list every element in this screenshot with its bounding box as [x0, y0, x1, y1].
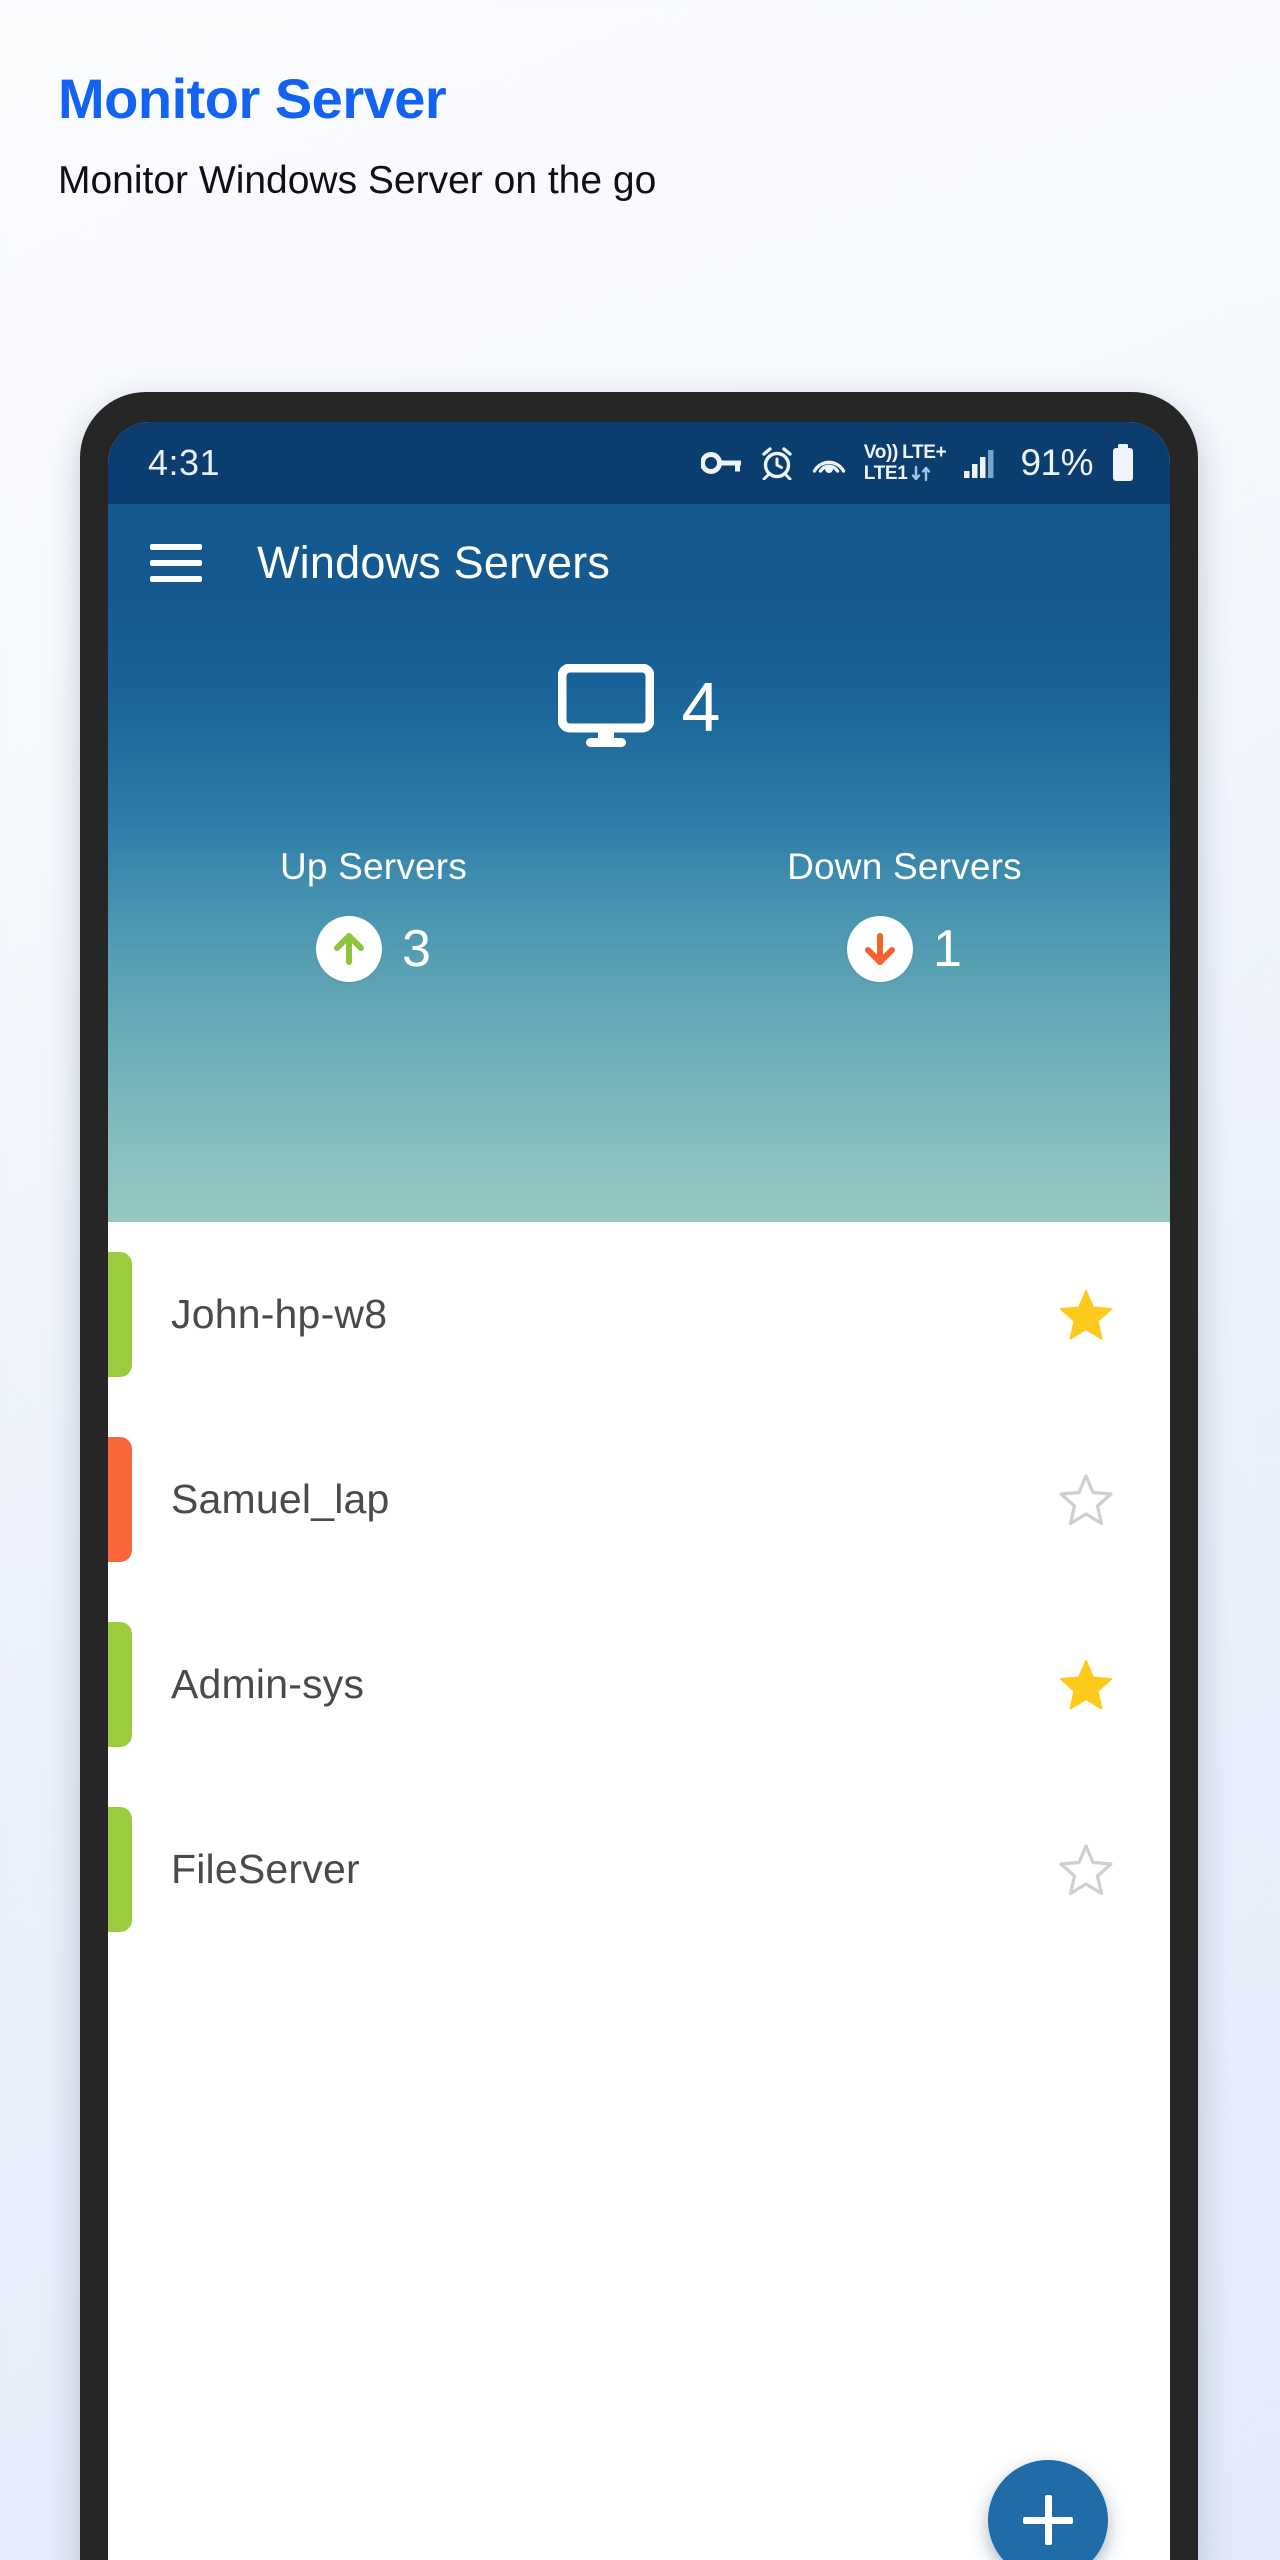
down-servers-count: 1 — [933, 920, 962, 978]
down-servers-label: Down Servers — [787, 846, 1022, 887]
status-bar-icons: Vo)) LTE+ LTE1 91% — [700, 442, 1136, 484]
battery-icon — [1110, 444, 1136, 482]
table-row[interactable]: FileServer — [108, 1777, 1170, 1962]
signal-icon — [963, 447, 999, 479]
stat-down-servers: Down Servers 1 — [639, 846, 1170, 982]
table-row[interactable]: Samuel_lap — [108, 1407, 1170, 1592]
table-row[interactable]: Admin-sys — [108, 1592, 1170, 1777]
hotspot-icon — [811, 447, 847, 479]
plus-icon-vertical — [1044, 2495, 1052, 2545]
hero-gradient-panel: Windows Servers 4 Up Servers 3 Down Serv… — [108, 504, 1170, 1222]
phone-mockup: Windows Servers 4 Up Servers 3 Down Serv… — [80, 392, 1200, 2560]
volte-icon: Vo)) LTE+ LTE1 — [864, 443, 947, 483]
up-servers-value-row: 3 — [108, 916, 639, 982]
server-name: Admin-sys — [171, 1661, 365, 1707]
table-row[interactable]: John-hp-w8 — [108, 1222, 1170, 1407]
server-name: John-hp-w8 — [171, 1291, 388, 1337]
status-indicator — [108, 1807, 132, 1932]
monitor-icon — [557, 664, 654, 750]
up-servers-count: 3 — [402, 920, 431, 978]
phone-screen: Windows Servers 4 Up Servers 3 Down Serv… — [108, 422, 1170, 2560]
app-bar-title: Windows Servers — [257, 537, 611, 588]
favorite-star-icon[interactable] — [1059, 1658, 1113, 1712]
network-type-label: LTE+ — [902, 442, 947, 463]
up-servers-label: Up Servers — [279, 846, 468, 887]
favorite-star-icon[interactable] — [1059, 1473, 1113, 1527]
stat-up-servers: Up Servers 3 — [108, 846, 639, 982]
page-title: Monitor Server — [58, 67, 447, 130]
arrow-down-icon — [847, 916, 914, 982]
sim-label: LTE1 — [863, 463, 908, 484]
server-list: John-hp-w8 Samuel_lap Admin-sys FileServ… — [108, 1222, 1170, 2560]
arrow-up-icon — [316, 916, 383, 982]
hamburger-icon[interactable] — [150, 544, 202, 582]
page-header: Monitor Server Monitor Windows Server on… — [0, 0, 1280, 204]
favorite-star-icon[interactable] — [1059, 1843, 1113, 1897]
volte-label: Vo)) — [863, 442, 899, 463]
status-indicator — [108, 1437, 132, 1562]
server-stats-row: Up Servers 3 Down Servers 1 — [108, 846, 1170, 982]
status-indicator — [108, 1622, 132, 1747]
status-indicator — [108, 1252, 132, 1377]
status-bar: 4:31 Vo)) LTE+ LTE1 91% — [108, 422, 1170, 504]
data-arrows-icon — [911, 465, 930, 482]
server-name: Samuel_lap — [171, 1476, 390, 1522]
app-bar: Windows Servers — [108, 504, 1170, 622]
server-name: FileServer — [171, 1846, 360, 1892]
down-servers-value-row: 1 — [639, 916, 1170, 982]
total-servers-row: 4 — [108, 664, 1170, 750]
total-servers-count: 4 — [681, 668, 721, 746]
status-bar-time: 4:31 — [148, 442, 221, 483]
battery-percent-label: 91% — [1020, 442, 1093, 483]
page-subtitle: Monitor Windows Server on the go — [58, 158, 657, 202]
alarm-icon — [760, 446, 794, 480]
favorite-star-icon[interactable] — [1059, 1288, 1113, 1342]
key-icon — [700, 449, 743, 477]
